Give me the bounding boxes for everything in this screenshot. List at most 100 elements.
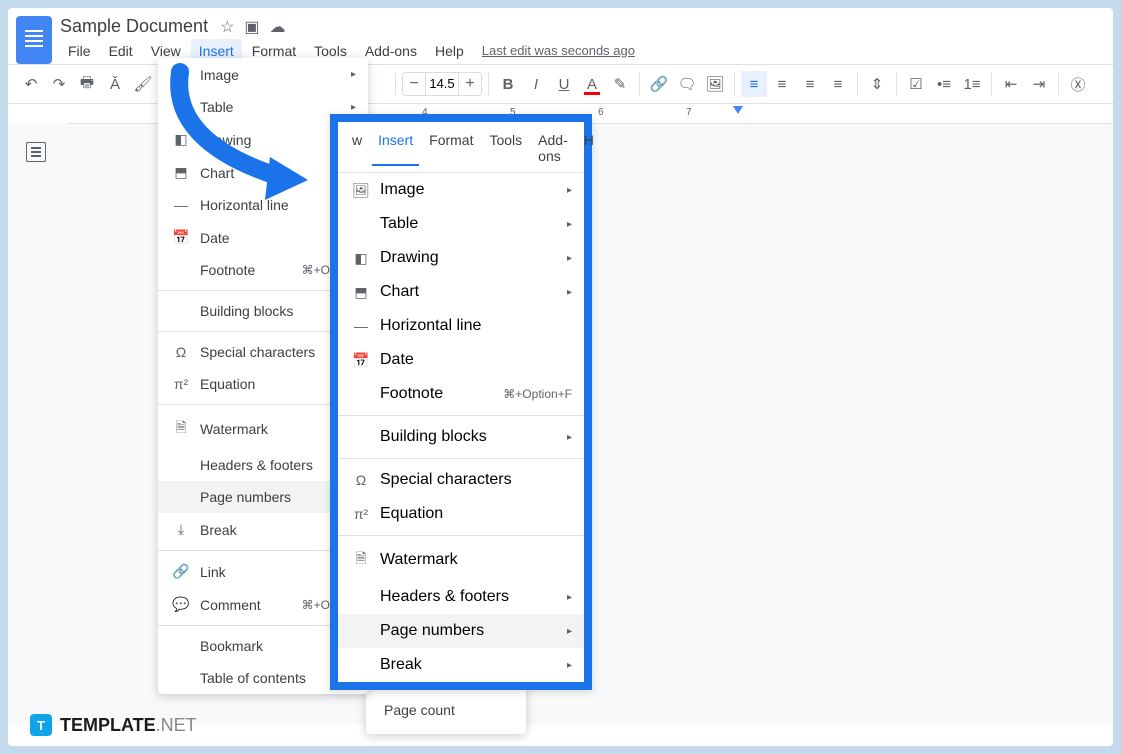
menu-item-label: Table of contents (200, 670, 351, 686)
image-insert-icon[interactable]: 🖼 (702, 71, 728, 97)
equation-icon: π² (170, 376, 192, 392)
menu-edit[interactable]: Edit (101, 39, 141, 63)
menu-item-image[interactable]: 🖼Image▸ (158, 58, 368, 91)
menu-item-label: Page numbers (200, 489, 351, 505)
separator (488, 73, 489, 95)
underline-icon[interactable]: U (551, 71, 577, 97)
menu-item-label: Chart (380, 283, 567, 301)
print-icon[interactable]: 🖶 (74, 71, 100, 97)
star-icon[interactable]: ☆ (220, 17, 234, 37)
menu-item-table[interactable]: Table▸ (338, 207, 584, 241)
menu-item-label: Chart (200, 165, 351, 181)
menu-item-label: Watermark (380, 551, 572, 569)
font-size-value[interactable]: 14.5 (425, 73, 459, 95)
menu-item-horizontal-line[interactable]: ―Horizontal line (338, 309, 584, 343)
highlight-icon[interactable]: ✎ (607, 71, 633, 97)
align-right-icon[interactable]: ≡ (797, 71, 823, 97)
numbered-list-icon[interactable]: 1≡ (959, 71, 985, 97)
indent-increase-icon[interactable]: ⇥ (1026, 71, 1052, 97)
menu-item-watermark[interactable]: 🗎 Watermark (338, 540, 584, 580)
divider (338, 415, 584, 416)
menu-item-label: Headers & footers (200, 457, 351, 473)
image-icon: 🖼 (350, 182, 372, 199)
comment-icon[interactable]: 🗨 (674, 71, 700, 97)
menu-help[interactable]: Help (427, 39, 472, 63)
spellcheck-icon[interactable]: Ǎ (102, 71, 128, 97)
cloud-icon[interactable]: ☁ (270, 17, 286, 37)
date-icon: 📅 (170, 229, 192, 246)
separator (639, 73, 640, 95)
redo-icon[interactable]: ↷ (46, 71, 72, 97)
bullet-list-icon[interactable]: •≡ (931, 71, 957, 97)
separator (1058, 73, 1059, 95)
comment-icon: 💬 (170, 596, 192, 613)
callout-menu-tools[interactable]: Tools (483, 130, 528, 166)
divider (338, 535, 584, 536)
indent-decrease-icon[interactable]: ⇤ (998, 71, 1024, 97)
paint-format-icon[interactable]: 🖌 (130, 71, 156, 97)
special-characters-icon: Ω (170, 344, 192, 360)
watermark-icon: 🗎 (170, 417, 192, 441)
footer-brand: T TEMPLATE.NET (30, 714, 197, 736)
line-spacing-icon[interactable]: ⇕ (864, 71, 890, 97)
menu-item-page-numbers[interactable]: Page numbers▸ (338, 614, 584, 648)
watermark-icon: 🗎 (350, 548, 372, 572)
chevron-right-icon: ▸ (567, 432, 572, 443)
callout-menu-add-ons[interactable]: Add-ons (532, 130, 574, 166)
link-icon[interactable]: 🔗 (646, 71, 672, 97)
callout-menubar: wInsertFormatToolsAdd-onsH (338, 122, 584, 173)
menu-file[interactable]: File (60, 39, 99, 63)
menu-item-label: Footnote (380, 385, 503, 403)
chevron-right-icon: ▸ (567, 626, 572, 637)
menu-item-image[interactable]: 🖼Image▸ (338, 173, 584, 207)
chart-icon: ⬒ (170, 164, 192, 181)
menu-item-special-characters[interactable]: ΩSpecial characters (338, 463, 584, 497)
font-size-control[interactable]: − 14.5 + (402, 72, 482, 96)
callout-menu-insert[interactable]: Insert (372, 130, 419, 166)
callout-menu-format[interactable]: Format (423, 130, 479, 166)
chevron-right-icon: ▸ (351, 102, 356, 113)
callout-menu-w[interactable]: w (346, 130, 368, 166)
menu-item-equation[interactable]: π²Equation (338, 497, 584, 531)
menu-item-footnote[interactable]: Footnote⌘+Option+F (338, 377, 584, 411)
brand-text: TEMPLATE (60, 715, 156, 735)
callout-menu-h[interactable]: H (578, 130, 600, 166)
undo-icon[interactable]: ↶ (18, 71, 44, 97)
menu-item-label: Page numbers (380, 622, 567, 640)
checklist-icon[interactable]: ☑ (903, 71, 929, 97)
align-left-icon[interactable]: ≡ (741, 71, 767, 97)
page-count-item[interactable]: Page count (366, 692, 526, 728)
menu-item-building-blocks[interactable]: Building blocks▸ (338, 420, 584, 454)
doc-title[interactable]: Sample Document (60, 16, 208, 37)
chevron-right-icon: ▸ (567, 253, 572, 264)
align-justify-icon[interactable]: ≡ (825, 71, 851, 97)
menu-item-break[interactable]: Break▸ (338, 648, 584, 682)
text-color-icon[interactable]: A (579, 71, 605, 97)
shortcut-label: ⌘+Option+F (503, 387, 572, 401)
move-icon[interactable]: ▣ (244, 17, 259, 37)
menu-item-drawing[interactable]: ◧Drawing▸ (338, 241, 584, 275)
font-increase-icon[interactable]: + (459, 75, 481, 93)
align-center-icon[interactable]: ≡ (769, 71, 795, 97)
menu-item-label: Drawing (200, 132, 351, 148)
menu-item-chart[interactable]: ⬒Chart▸ (338, 275, 584, 309)
link-icon: 🔗 (170, 563, 192, 580)
menu-item-headers-footers[interactable]: Headers & footers▸ (338, 580, 584, 614)
menu-item-label: Image (380, 181, 567, 199)
menu-item-date[interactable]: 📅Date (338, 343, 584, 377)
menu-item-label: Special characters (380, 471, 572, 489)
italic-icon[interactable]: I (523, 71, 549, 97)
bold-icon[interactable]: B (495, 71, 521, 97)
clear-formatting-icon[interactable]: Ⓧ (1065, 71, 1091, 97)
separator (395, 73, 396, 95)
font-decrease-icon[interactable]: − (403, 75, 425, 93)
docs-logo[interactable] (16, 16, 52, 64)
outline-icon[interactable] (26, 142, 46, 162)
ruler-right-marker[interactable] (733, 106, 743, 114)
drawing-icon: ◧ (350, 250, 372, 267)
horizontal-line-icon: ― (170, 197, 192, 213)
chevron-right-icon: ▸ (567, 219, 572, 230)
last-edit[interactable]: Last edit was seconds ago (482, 39, 635, 63)
separator (896, 73, 897, 95)
brand-icon: T (30, 714, 52, 736)
